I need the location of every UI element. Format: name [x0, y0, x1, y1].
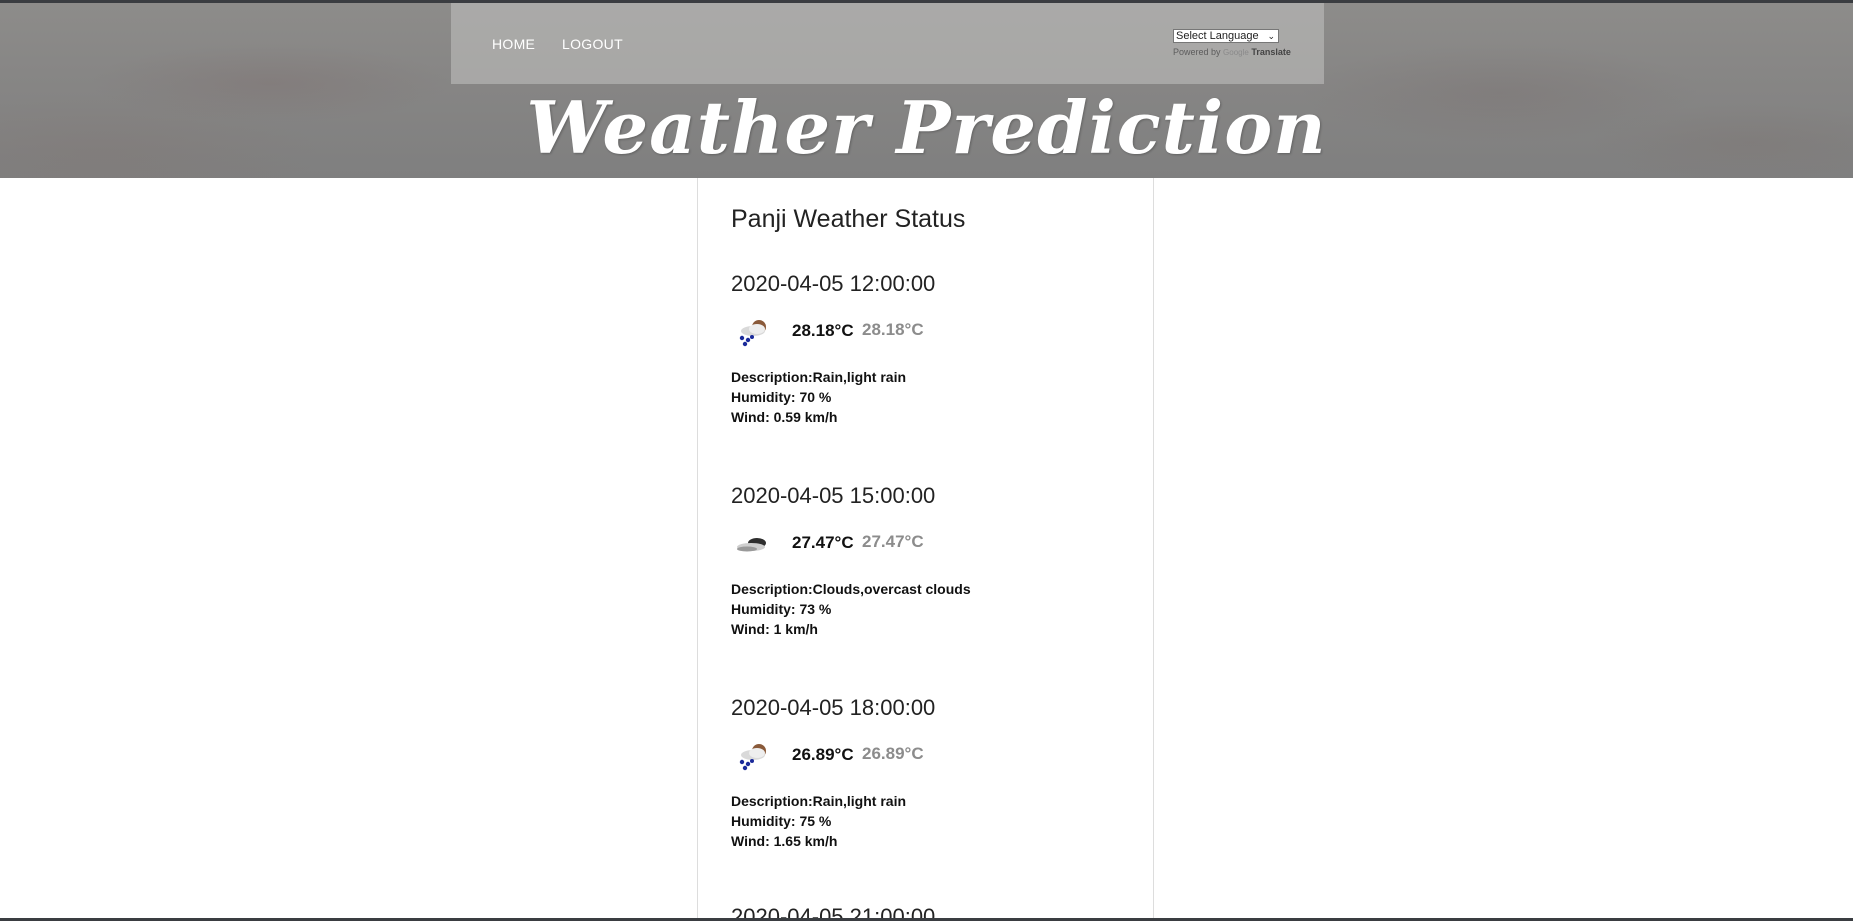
translate-link[interactable]: Translate — [1251, 47, 1291, 57]
navbar: HOME LOGOUT Select Language ⌄ Powered by… — [451, 3, 1324, 84]
forecast-temperature: 26.89°C — [792, 745, 854, 764]
forecast-description: Description:Rain,light rain — [731, 369, 907, 385]
forecast-temperature-secondary: 27.47°C — [862, 532, 924, 551]
light-rain-icon — [739, 320, 766, 347]
powered-by-label: Powered by — [1173, 47, 1221, 57]
language-select-label: Select Language — [1176, 30, 1259, 42]
forecast-wind: Wind: 1.65 km/h — [731, 833, 838, 849]
forecast-humidity: Humidity: 70 % — [731, 389, 832, 405]
forecast-humidity: Humidity: 75 % — [731, 813, 832, 829]
chevron-down-icon: ⌄ — [1267, 31, 1275, 41]
forecast-temperature-secondary: 28.18°C — [862, 320, 924, 339]
page-title: Panji Weather Status — [731, 205, 966, 233]
forecast-time: 2020-04-05 18:00:00 — [731, 695, 936, 720]
forecast-time: 2020-04-05 15:00:00 — [731, 483, 936, 508]
site-title: Weather Prediction — [526, 85, 1327, 170]
language-select[interactable]: Select Language ⌄ — [1173, 29, 1279, 43]
forecast-temperature-secondary: 26.89°C — [862, 744, 924, 763]
powered-by-text: Powered by Google Translate — [1173, 47, 1313, 57]
light-rain-icon — [739, 744, 766, 771]
forecast-temperature: 28.18°C — [792, 321, 854, 340]
forecast-details: Description:Clouds,overcast clouds Humid… — [731, 579, 971, 639]
main-content: Panji Weather Status 2020-04-05 12:00:00… — [697, 178, 1154, 921]
google-translate-widget: Select Language ⌄ Powered by Google Tran… — [1173, 29, 1313, 57]
forecast-humidity: Humidity: 73 % — [731, 601, 832, 617]
forecast-details: Description:Rain,light rain Humidity: 70… — [731, 367, 906, 427]
google-logo: Google — [1223, 48, 1249, 57]
forecast-description: Description:Clouds,overcast clouds — [731, 581, 971, 597]
nav-home-link[interactable]: HOME — [492, 36, 535, 52]
forecast-time: 2020-04-05 12:00:00 — [731, 271, 936, 296]
forecast-temperature: 27.47°C — [792, 533, 854, 552]
forecast-details: Description:Rain,light rain Humidity: 75… — [731, 791, 906, 851]
site-header: HOME LOGOUT Select Language ⌄ Powered by… — [0, 3, 1853, 178]
forecast-description: Description:Rain,light rain — [731, 793, 907, 809]
nav-logout-link[interactable]: LOGOUT — [562, 36, 623, 52]
forecast-wind: Wind: 0.59 km/h — [731, 409, 838, 425]
forecast-wind: Wind: 1 km/h — [731, 621, 818, 637]
overcast-clouds-icon — [737, 538, 766, 552]
